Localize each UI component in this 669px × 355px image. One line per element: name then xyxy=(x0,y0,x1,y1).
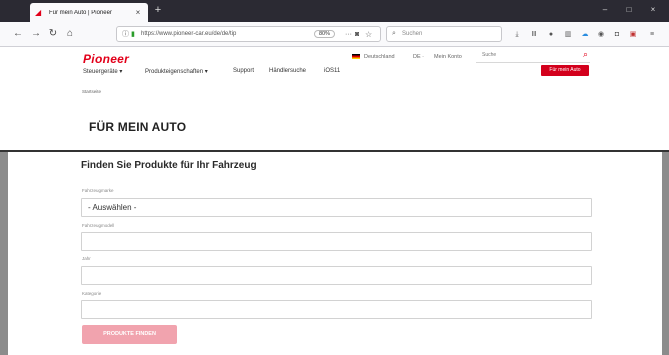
divider xyxy=(0,150,669,152)
minimize-icon[interactable]: – xyxy=(598,5,612,14)
close-window-icon[interactable]: × xyxy=(646,5,660,14)
url-bar[interactable]: ⓘ ▮ https://www.pioneer-car.eu/de/de/tip… xyxy=(116,26,381,42)
field-label-marke: Fahrzeugmarke xyxy=(82,188,114,193)
germany-flag-icon xyxy=(352,54,360,59)
maximize-icon[interactable]: □ xyxy=(622,5,636,14)
zoom-indicator[interactable]: 80% xyxy=(313,30,335,38)
extension-icon[interactable]: ◉ xyxy=(596,30,606,39)
tab-bar: ◢ Für mein Auto | Pioneer × + – □ × xyxy=(0,0,669,22)
nav-haendlersuche[interactable]: Händlersuche xyxy=(269,68,306,74)
form-title: Finden Sie Produkte für Ihr Fahrzeug xyxy=(81,160,257,171)
nav-steuergeraete[interactable]: Steuergeräte ▾ xyxy=(83,68,122,75)
category-select[interactable] xyxy=(81,300,592,319)
library-icon[interactable]: Ⅲ xyxy=(529,30,539,39)
pocket-icon[interactable]: ◙ xyxy=(355,31,365,38)
close-tab-icon[interactable]: × xyxy=(133,8,143,17)
bookmark-star-icon[interactable]: ☆ xyxy=(365,30,375,39)
active-tab[interactable]: ◢ Für mein Auto | Pioneer × xyxy=(30,3,148,22)
download-icon[interactable]: ⤓ xyxy=(512,30,522,39)
vehicle-make-select[interactable]: - Auswählen - xyxy=(81,198,592,217)
search-placeholder: Suchen xyxy=(402,31,423,37)
back-icon[interactable]: ← xyxy=(12,28,24,39)
breadcrumb[interactable]: Startseite xyxy=(82,89,101,94)
country-selector[interactable]: Deutschland xyxy=(364,54,395,60)
tab-title: Für mein Auto | Pioneer xyxy=(49,9,112,16)
home-icon[interactable]: ⌂ xyxy=(64,28,76,39)
more-actions-icon[interactable]: ··· xyxy=(345,31,355,38)
vehicle-model-select[interactable] xyxy=(81,232,592,251)
nav-ios11[interactable]: iOS11 xyxy=(324,68,340,74)
cloud-icon[interactable]: ☁ xyxy=(580,30,590,39)
fuer-mein-auto-button[interactable]: Für mein Auto xyxy=(541,65,589,76)
site-search-input[interactable]: Suche ⌕ xyxy=(476,49,590,63)
nav-produkteigenschaften[interactable]: Produkteigenschaften ▾ xyxy=(145,68,208,75)
account-link[interactable]: Mein Konto xyxy=(434,54,462,60)
field-label-modell: Fahrzeugmodell xyxy=(82,223,115,228)
sync-icon[interactable]: ◘ xyxy=(612,30,622,39)
forward-icon[interactable]: → xyxy=(30,28,42,39)
menu-icon[interactable]: ≡ xyxy=(647,30,657,39)
privacy-icon[interactable]: ● xyxy=(546,30,556,39)
lock-icon[interactable]: ▮ xyxy=(131,30,141,38)
addon-icon[interactable]: ▣ xyxy=(628,30,638,39)
search-icon[interactable]: ⌕ xyxy=(583,49,588,60)
nav-toolbar: ← → ↻ ⌂ ⓘ ▮ https://www.pioneer-car.eu/d… xyxy=(0,22,669,47)
nav-support[interactable]: Support xyxy=(233,68,254,74)
vehicle-year-select[interactable] xyxy=(81,266,592,285)
shield-icon[interactable]: ▥ xyxy=(563,30,573,39)
info-icon[interactable]: ⓘ xyxy=(122,29,131,39)
language-selector[interactable]: DE · xyxy=(413,54,424,60)
field-label-jahr: Jahr xyxy=(82,256,91,261)
search-icon: ⌕ xyxy=(392,30,396,37)
new-tab-icon[interactable]: + xyxy=(151,4,165,16)
reload-icon[interactable]: ↻ xyxy=(47,28,59,39)
page-title: FÜR MEIN AUTO xyxy=(89,120,187,134)
vehicle-make-value: - Auswählen - xyxy=(88,203,137,212)
pioneer-logo[interactable]: Pioneer xyxy=(83,52,129,66)
browser-window: ◢ Für mein Auto | Pioneer × + – □ × ← → … xyxy=(0,0,669,355)
browser-search-bar[interactable]: ⌕ Suchen xyxy=(386,26,502,42)
url-text[interactable]: https://www.pioneer-car.eu/de/de/tip xyxy=(141,31,314,37)
site-search-placeholder: Suche xyxy=(482,52,497,58)
find-products-button[interactable]: PRODUKTE FINDEN xyxy=(82,325,177,344)
pioneer-favicon-icon: ◢ xyxy=(35,8,42,17)
field-label-kategorie: Kategorie xyxy=(82,291,102,296)
